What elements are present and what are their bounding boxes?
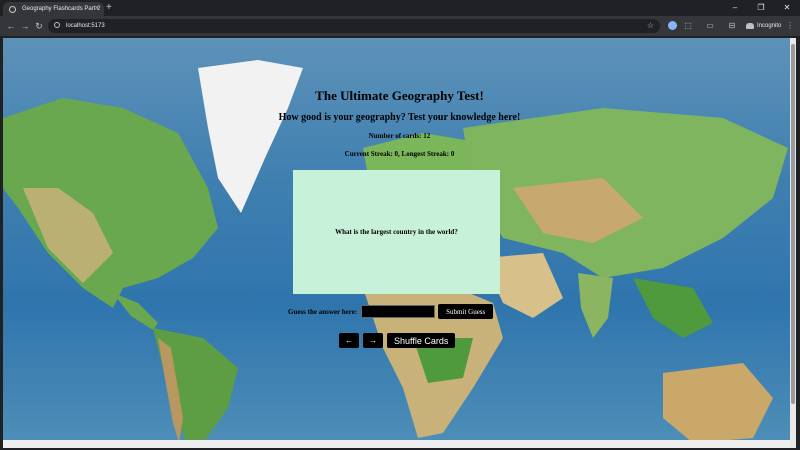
kebab-menu-icon[interactable]: ⋮ xyxy=(786,19,794,33)
window-controls: – ❐ ✕ xyxy=(722,0,800,16)
australia xyxy=(663,363,773,443)
globe-icon xyxy=(9,5,16,13)
browser-toolbar: ← → ↻ localhost:5173 ☆ ⬚ ▭ ⊟ Incognito ⋮ xyxy=(0,16,800,36)
previous-card-button[interactable]: ← xyxy=(339,333,359,348)
minimize-button[interactable]: – xyxy=(722,0,748,16)
close-window-button[interactable]: ✕ xyxy=(774,0,800,16)
flashcard[interactable]: What is the largest country in the world… xyxy=(293,170,500,294)
page-subtitle: How good is your geography? Test your kn… xyxy=(278,112,521,123)
page-viewport: The Ultimate Geography Test! How good is… xyxy=(3,38,796,448)
next-card-button[interactable]: → xyxy=(363,333,383,348)
forward-button[interactable]: → xyxy=(18,19,32,33)
submit-guess-button[interactable]: Submit Guess xyxy=(438,304,494,319)
central-america xyxy=(113,293,158,330)
browser-tab[interactable]: Geography Flashcards Part 2 × xyxy=(3,2,104,16)
page-title: The Ultimate Geography Test! xyxy=(315,88,484,103)
guess-input[interactable] xyxy=(361,305,436,318)
card-count: Number of cards: 12 xyxy=(368,132,431,140)
southeast-asia xyxy=(633,278,713,338)
tab-title: Geography Flashcards Part 2 xyxy=(22,6,101,12)
new-tab-button[interactable]: + xyxy=(106,2,112,14)
address-url: localhost:5173 xyxy=(66,23,105,29)
tab-strip: Geography Flashcards Part 2 × + – ❐ ✕ xyxy=(0,0,800,16)
tab-close-icon[interactable]: × xyxy=(95,4,99,14)
puzzle-icon[interactable]: ⬚ xyxy=(682,20,694,32)
flashcard-question: What is the largest country in the world… xyxy=(335,228,458,236)
streak-counter: Current Streak: 0, Longest Streak: 0 xyxy=(344,150,455,158)
back-button[interactable]: ← xyxy=(4,19,18,33)
incognito-indicator[interactable]: Incognito xyxy=(746,19,781,33)
address-bar[interactable]: localhost:5173 ☆ xyxy=(48,19,660,33)
scrollbar[interactable] xyxy=(790,38,796,448)
antarctica xyxy=(3,440,796,448)
info-icon[interactable] xyxy=(54,22,60,28)
incognito-label: Incognito xyxy=(757,23,782,29)
star-icon[interactable]: ☆ xyxy=(647,19,654,33)
card-navigation: ← → Shuffle Cards xyxy=(339,333,456,348)
india xyxy=(578,273,613,338)
guess-form: Guess the answer here: Submit Guess xyxy=(288,304,494,319)
restore-button[interactable]: ❐ xyxy=(748,0,774,16)
scrollbar-thumb[interactable] xyxy=(791,44,795,404)
shuffle-cards-button[interactable]: Shuffle Cards xyxy=(387,333,456,348)
split-view-icon[interactable]: ▭ xyxy=(704,20,716,32)
cast-icon[interactable]: ⊟ xyxy=(726,20,738,32)
extension-icon[interactable] xyxy=(668,21,677,30)
guess-label: Guess the answer here: xyxy=(288,307,358,316)
incognito-icon xyxy=(746,23,754,29)
reload-button[interactable]: ↻ xyxy=(32,19,46,33)
